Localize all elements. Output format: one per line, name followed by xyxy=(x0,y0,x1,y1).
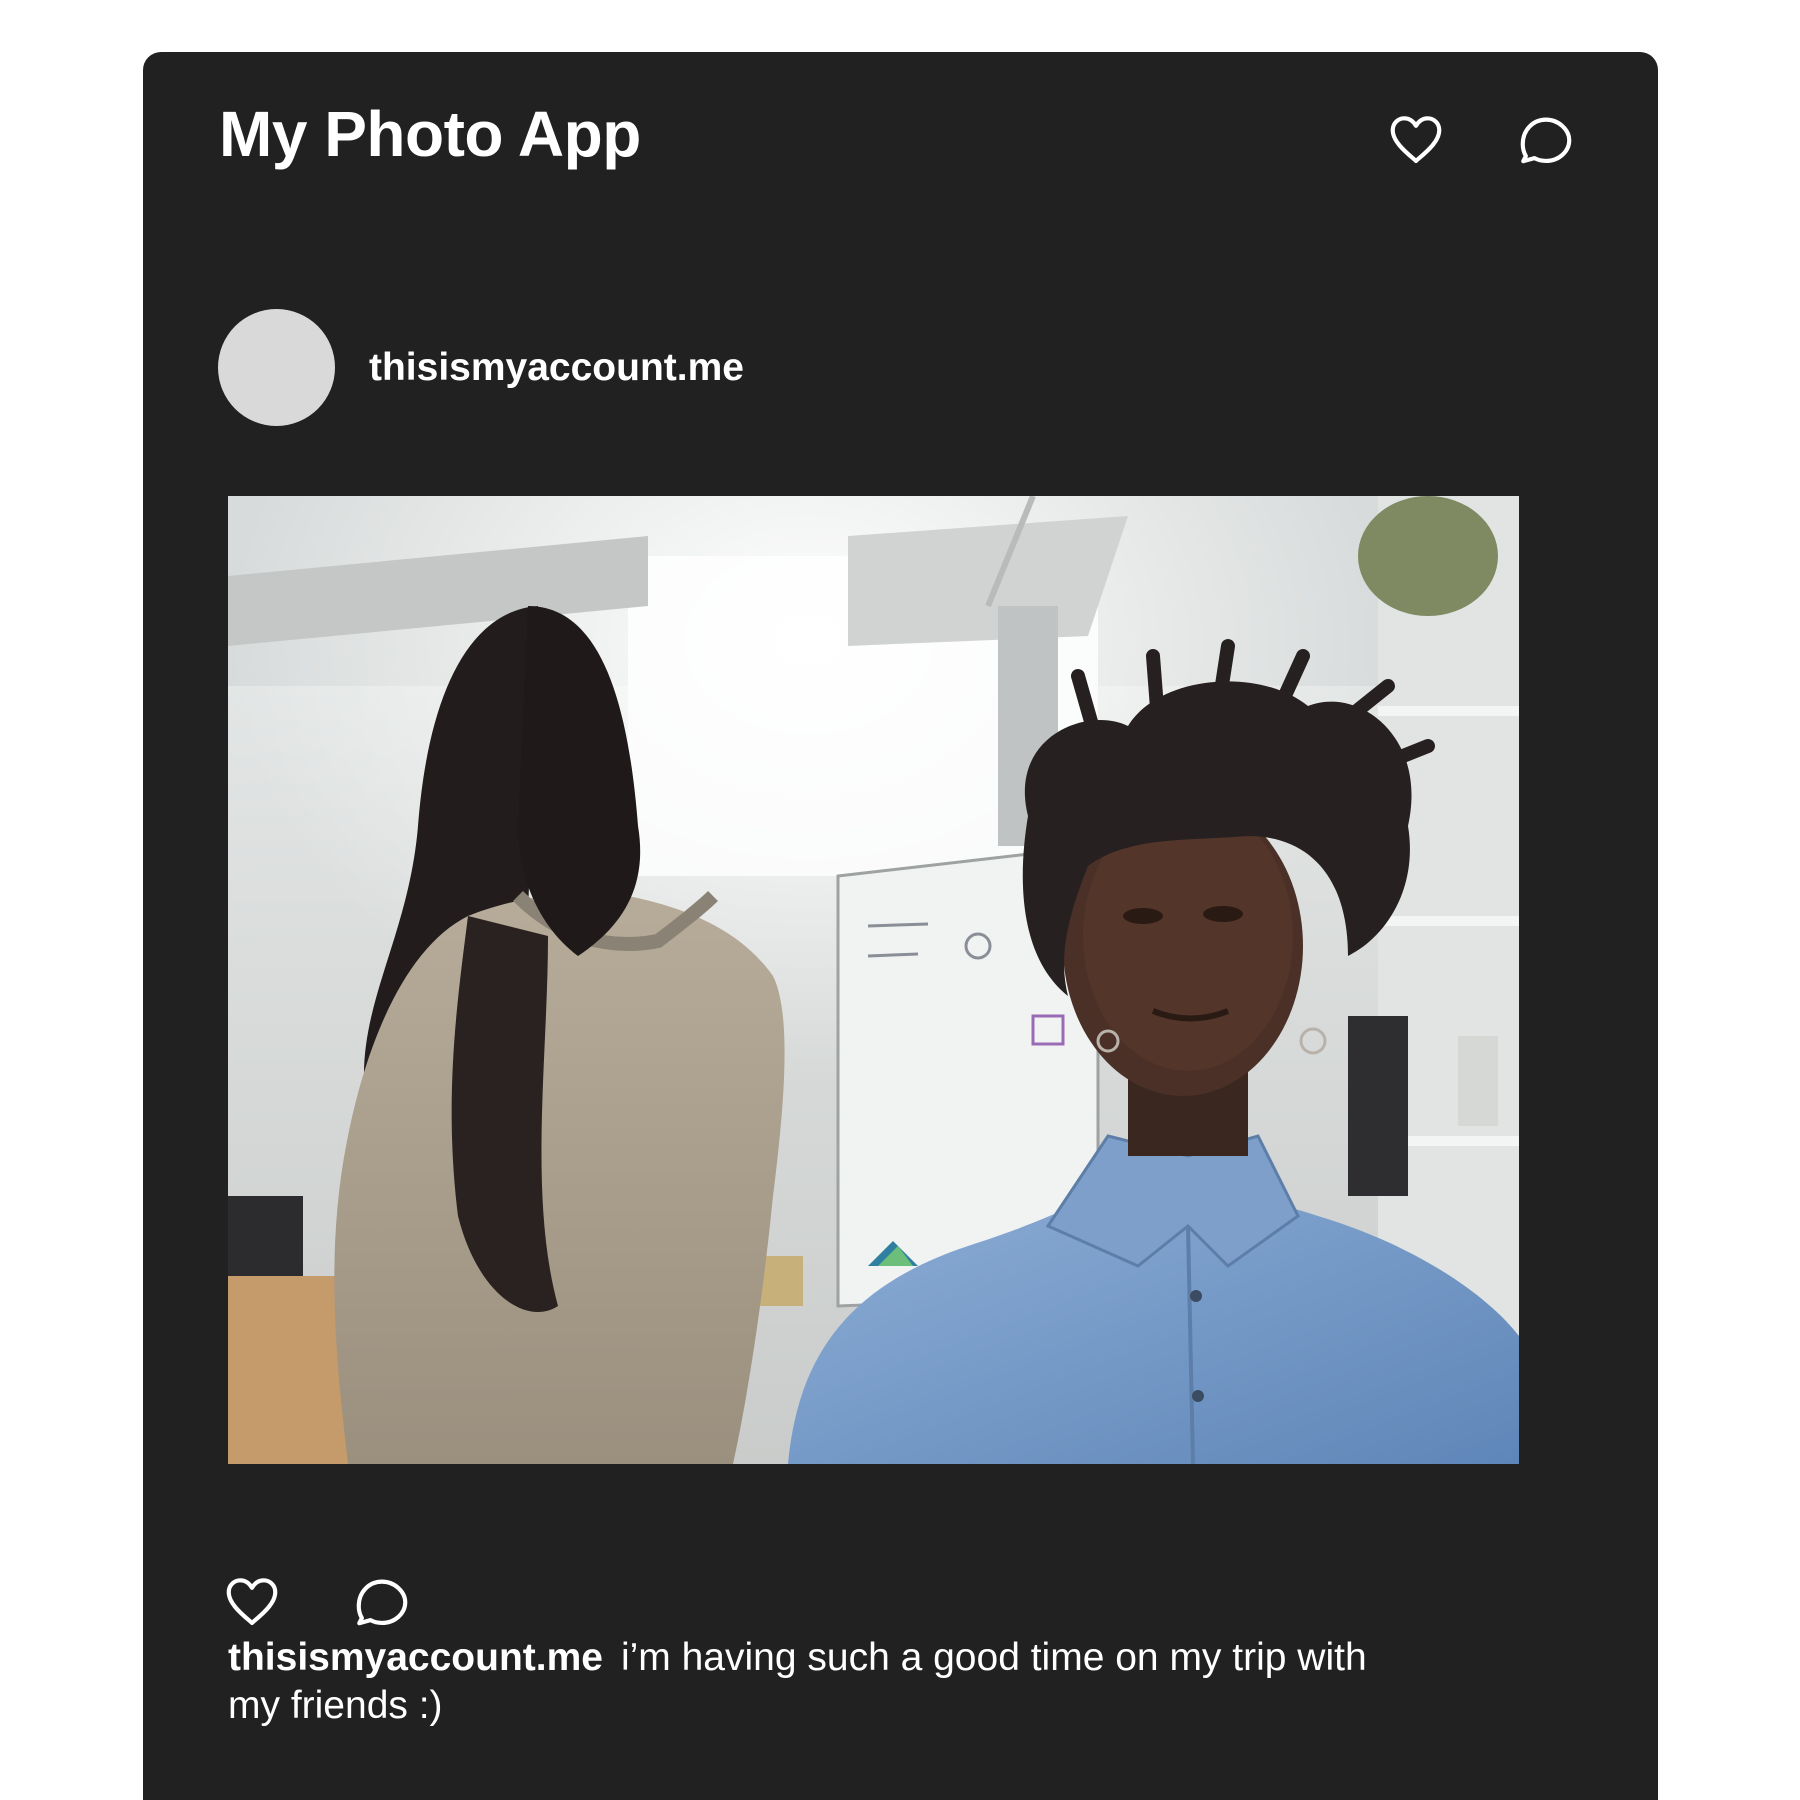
post-photo[interactable] xyxy=(228,496,1519,1464)
header-like-button[interactable] xyxy=(1383,106,1449,172)
like-button[interactable] xyxy=(219,1568,285,1634)
app-title: My Photo App xyxy=(219,98,641,170)
photo-of-two-friends-in-office xyxy=(228,496,1519,1464)
comment-button[interactable] xyxy=(349,1568,415,1634)
speech-bubble-icon xyxy=(356,1579,408,1626)
speech-bubble-icon xyxy=(1520,117,1572,164)
caption-username[interactable]: thisismyaccount.me xyxy=(228,1636,603,1679)
post-caption: thisismyaccount.me i’m having such a good… xyxy=(228,1634,1408,1730)
post-header: thisismyaccount.me xyxy=(218,309,744,426)
header-comment-button[interactable] xyxy=(1513,106,1579,172)
heart-icon xyxy=(1390,116,1442,164)
post-username[interactable]: thisismyaccount.me xyxy=(369,346,744,390)
avatar[interactable] xyxy=(218,309,335,426)
photo-app-card: My Photo App thisismyaccount.me thisismy… xyxy=(143,52,1658,1800)
heart-icon xyxy=(226,1578,278,1626)
